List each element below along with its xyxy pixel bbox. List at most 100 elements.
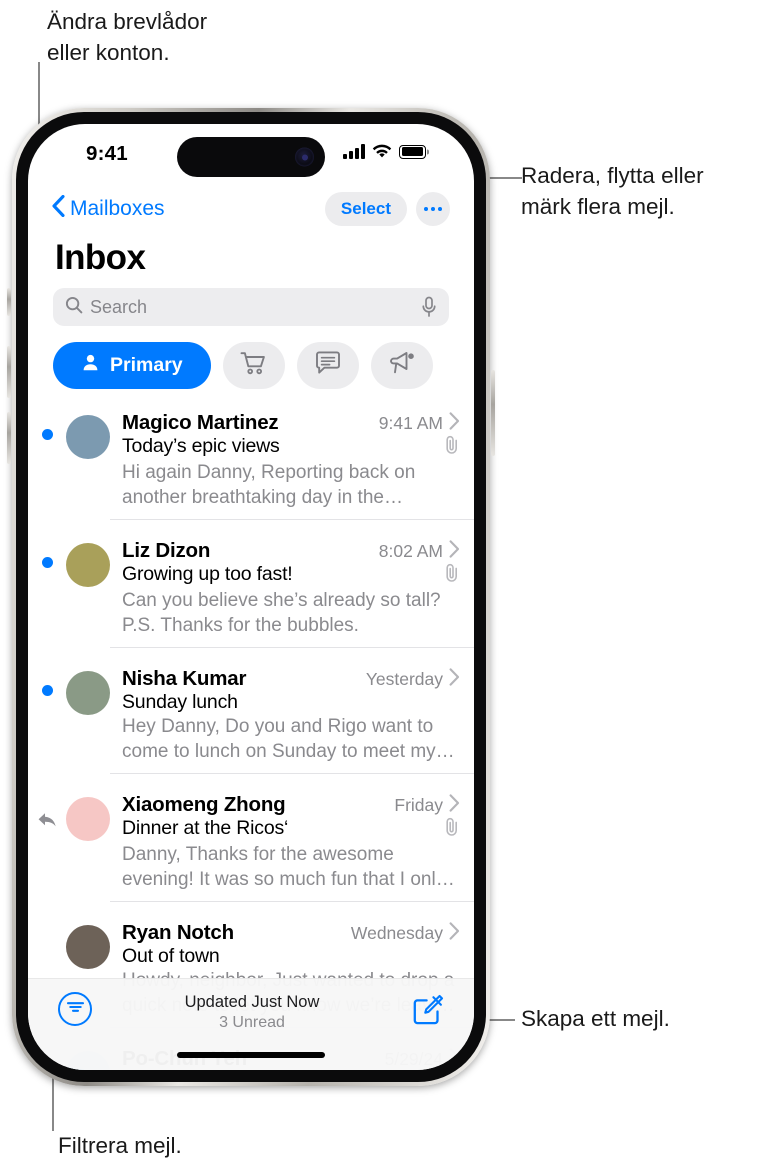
chat-bubble-icon — [315, 351, 341, 380]
mail-preview: Hey Danny, Do you and Rigo want to come … — [122, 716, 436, 762]
chip-transactions-cart[interactable] — [222, 342, 285, 389]
chip-updates-chat[interactable] — [296, 342, 359, 389]
compose-icon — [412, 994, 444, 1030]
mail-subject: Out of town — [122, 945, 220, 967]
bottom-toolbar: Updated Just Now 3 Unread — [28, 978, 474, 1070]
mail-header-line: Nisha Kumar Yesterday — [122, 667, 460, 691]
chevron-right-icon[interactable] — [449, 794, 460, 817]
chevron-right-icon[interactable] — [449, 540, 460, 563]
mail-meta: Yesterday — [366, 668, 460, 691]
unread-indicator-dot — [41, 429, 53, 440]
nav-actions: Select — [324, 192, 450, 226]
mailbox-status: Updated Just Now 3 Unread — [92, 993, 412, 1032]
mail-sender: Magico Martinez — [122, 411, 279, 434]
megaphone-icon — [388, 351, 416, 381]
mail-meta: 8:02 AM — [379, 540, 460, 563]
mail-subject-line: Growing up too fast! — [122, 563, 460, 588]
battery-icon — [399, 144, 426, 159]
row-status-marker — [28, 667, 66, 774]
chip-promotions-megaphone[interactable] — [370, 342, 433, 389]
mail-content: Nisha Kumar Yesterday Sunday lunch Hey Dann… — [110, 667, 474, 774]
mail-content: Xiaomeng Zhong Friday Dinner at the Ricos‘… — [110, 793, 474, 902]
mail-content: Liz Dizon 8:02 AM Growing up too fast! Can … — [110, 539, 474, 648]
callout-change-mailboxes: Ändra brevlådor eller konton. — [47, 9, 208, 65]
attachment-icon — [444, 817, 460, 842]
page-title: Inbox — [55, 238, 146, 277]
chevron-right-icon[interactable] — [449, 412, 460, 435]
chip-primary[interactable]: Primary — [53, 342, 211, 389]
replied-icon — [37, 811, 57, 829]
mail-sender: Nisha Kumar — [122, 667, 247, 690]
avatar — [66, 925, 110, 969]
back-button-label: Mailboxes — [70, 197, 165, 220]
status-bar: 9:41 — [28, 124, 474, 182]
mail-row[interactable]: Magico Martinez 9:41 AM Today’s epic views… — [28, 401, 474, 529]
mail-subject-line: Out of town — [122, 945, 460, 968]
mail-row[interactable]: Liz Dizon 8:02 AM Growing up too fast! Can … — [28, 529, 474, 657]
mail-subject-line: Today’s epic views — [122, 435, 460, 460]
mail-subject: Dinner at the Ricos‘ — [122, 817, 289, 839]
unread-count-text: 3 Unread — [219, 1014, 285, 1031]
mail-meta: Friday — [394, 794, 460, 817]
filter-button[interactable] — [58, 992, 92, 1026]
mail-subject: Today’s epic views — [122, 435, 280, 457]
row-status-marker — [28, 411, 66, 520]
back-to-mailboxes-button[interactable]: Mailboxes — [52, 194, 165, 223]
attachment-icon — [444, 435, 460, 460]
mail-header-line: Xiaomeng Zhong Friday — [122, 793, 460, 817]
category-filter-chips: Primary — [28, 336, 474, 401]
unread-indicator-dot — [41, 557, 53, 568]
row-status-marker — [28, 539, 66, 648]
mail-preview: Danny, Thanks for the awesome evening! I… — [122, 844, 446, 890]
volume-up-button[interactable] — [7, 346, 11, 398]
volume-down-button[interactable] — [7, 412, 11, 464]
avatar — [66, 797, 110, 841]
row-status-marker — [28, 793, 66, 902]
power-button[interactable] — [491, 370, 495, 456]
microphone-icon[interactable] — [421, 296, 437, 318]
person-icon — [81, 353, 100, 378]
search-icon — [65, 296, 83, 319]
ellipsis-icon — [424, 207, 442, 211]
chip-primary-label: Primary — [110, 354, 183, 376]
status-time: 9:41 — [86, 142, 128, 165]
callout-create-mail: Skapa ett mejl. — [521, 1006, 670, 1031]
mail-content: Magico Martinez 9:41 AM Today’s epic views… — [110, 411, 474, 520]
callout-filter-mail: Filtrera mejl. — [58, 1133, 182, 1158]
mail-subject: Growing up too fast! — [122, 563, 293, 585]
mail-header-line: Magico Martinez 9:41 AM — [122, 411, 460, 435]
phone-screen: 9:41 Mailboxes Select Inbox Search Prima… — [28, 124, 474, 1070]
mute-button[interactable] — [7, 288, 11, 316]
filter-icon — [66, 1000, 85, 1019]
more-options-button[interactable] — [416, 192, 450, 226]
cellular-signal-icon — [343, 144, 365, 159]
avatar — [66, 671, 110, 715]
search-section: Search — [28, 288, 474, 336]
mail-date: 8:02 AM — [378, 541, 443, 561]
figure-root: Ändra brevlådor eller konton. Radera, fl… — [0, 0, 779, 1173]
chevron-right-icon[interactable] — [449, 922, 460, 945]
search-placeholder-text: Search — [90, 296, 148, 317]
home-indicator — [177, 1052, 325, 1058]
avatar — [66, 543, 110, 587]
updated-status-text: Updated Just Now — [184, 993, 320, 1011]
leader-line-top-right-h — [500, 177, 522, 179]
mail-date: Friday — [394, 795, 443, 815]
search-input[interactable]: Search — [53, 288, 449, 326]
mail-meta: Wednesday — [351, 922, 460, 945]
mail-preview: Hi again Danny, Reporting back on anothe… — [122, 462, 416, 508]
select-button[interactable]: Select — [324, 192, 407, 226]
chevron-left-icon — [52, 194, 65, 223]
wifi-icon — [372, 144, 392, 159]
mail-date: Yesterday — [365, 669, 443, 689]
mail-row[interactable]: Xiaomeng Zhong Friday Dinner at the Ricos‘… — [28, 783, 474, 911]
callout-delete-move-mark: Radera, flytta eller märk flera mejl. — [521, 163, 704, 219]
mail-row[interactable]: Nisha Kumar Yesterday Sunday lunch Hey Dann… — [28, 657, 474, 783]
mail-sender: Liz Dizon — [122, 539, 211, 562]
chevron-right-icon[interactable] — [449, 668, 460, 691]
status-icons — [343, 144, 426, 159]
compose-button[interactable] — [412, 994, 444, 1026]
phone-bezel: 9:41 Mailboxes Select Inbox Search Prima… — [16, 112, 486, 1082]
avatar — [66, 415, 110, 459]
unread-indicator-dot — [41, 685, 53, 696]
